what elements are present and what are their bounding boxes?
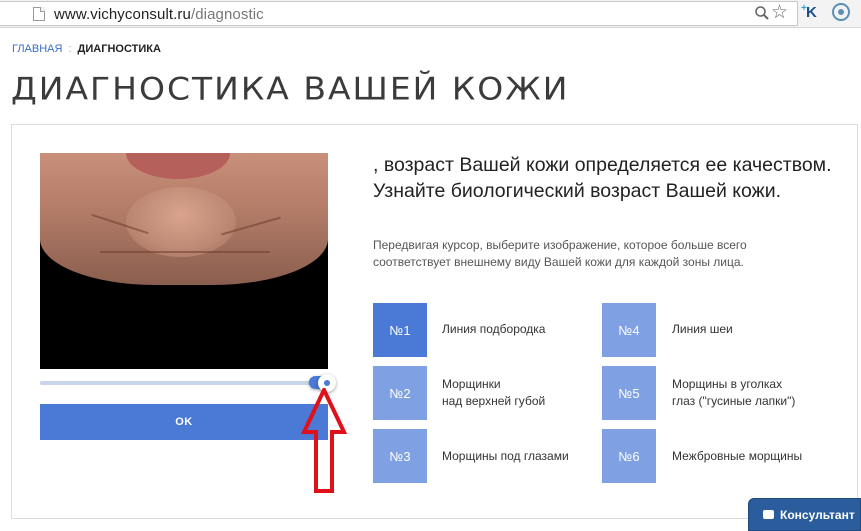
skin-photo xyxy=(40,153,328,369)
consultant-chat-tab[interactable]: Консультант xyxy=(748,498,861,531)
zone-label-3[interactable]: Морщины под глазами xyxy=(442,448,569,465)
page-icon xyxy=(33,7,45,21)
zone-label-5-line2: глаз ("гусиные лапки") xyxy=(672,394,796,408)
star-icon[interactable]: ☆ xyxy=(771,3,788,23)
zone-label-2[interactable]: Морщинки над верхней губой xyxy=(442,376,545,410)
consultant-label: Консультант xyxy=(780,508,855,522)
slider-track[interactable] xyxy=(40,381,330,385)
chat-bubble-icon xyxy=(763,510,774,519)
breadcrumb-home-link[interactable]: ГЛАВНАЯ xyxy=(12,43,62,55)
zone-label-2-line2: над верхней губой xyxy=(442,394,546,408)
url-domain: www.vichyconsult.ru xyxy=(54,6,191,23)
zone-tile-4[interactable]: №4 xyxy=(602,303,656,357)
zoom-icon[interactable] xyxy=(754,5,770,27)
page-title: ДИАГНОСТИКА ВАШЕЙ КОЖИ xyxy=(11,70,570,108)
zone-label-5-line1: Морщины в уголках xyxy=(672,377,783,391)
red-arrow-annotation xyxy=(301,388,347,493)
url-field[interactable]: www.vichyconsult.ru/diagnostic ☆ xyxy=(0,1,798,26)
zone-label-6[interactable]: Межбровные морщины xyxy=(672,448,802,465)
url-path: /diagnostic xyxy=(190,6,264,23)
slider-fill xyxy=(40,381,322,385)
url-text[interactable]: www.vichyconsult.ru/diagnostic xyxy=(54,6,264,23)
photo-fold xyxy=(100,251,270,253)
zone-tile-3[interactable]: №3 xyxy=(373,429,427,483)
browser-address-bar: www.vichyconsult.ru/diagnostic ☆ + K xyxy=(0,0,861,28)
zone-tile-6[interactable]: №6 xyxy=(602,429,656,483)
zone-label-1[interactable]: Линия подбородка xyxy=(442,321,545,338)
ok-button[interactable]: OK xyxy=(40,404,328,440)
breadcrumb: ГЛАВНАЯ: ДИАГНОСТИКА xyxy=(12,43,161,55)
zone-label-5[interactable]: Морщины в уголках глаз ("гусиные лапки") xyxy=(672,376,795,410)
zone-tile-5[interactable]: №5 xyxy=(602,366,656,420)
zone-tile-1[interactable]: №1 xyxy=(373,303,427,357)
zone-label-2-line1: Морщинки xyxy=(442,377,501,391)
extension-k-icon[interactable]: + K xyxy=(801,3,817,23)
zone-label-4[interactable]: Линия шеи xyxy=(672,321,733,338)
diagnostic-instructions: Передвигая курсор, выберите изображение,… xyxy=(373,238,747,269)
diagnostic-headline: , возраст Вашей кожи определяется ее кач… xyxy=(373,154,832,202)
extension-round-icon[interactable] xyxy=(832,3,850,21)
photo-chin xyxy=(126,187,236,257)
breadcrumb-separator: : xyxy=(68,43,72,55)
zone-tile-2[interactable]: №2 xyxy=(373,366,427,420)
breadcrumb-current: ДИАГНОСТИКА xyxy=(77,43,161,55)
